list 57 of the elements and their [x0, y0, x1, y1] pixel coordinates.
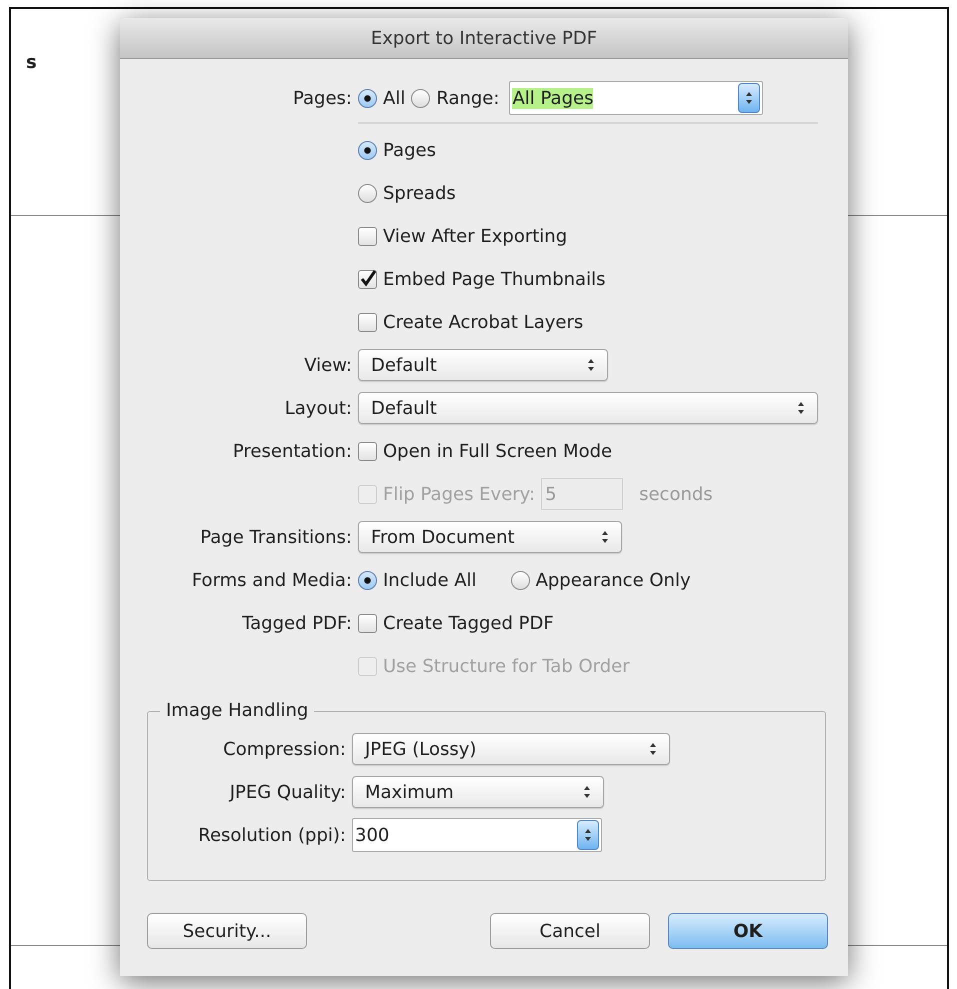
range-value: All Pages [512, 88, 594, 108]
checkbox-option[interactable]: Create Tagged PDF [358, 612, 554, 634]
unit-label: seconds [639, 484, 713, 504]
page-range-option[interactable]: Range: [411, 88, 500, 108]
field-label: Resolution (ppi): [197, 824, 346, 846]
jpeg-quality-select[interactable]: Maximum [352, 776, 604, 808]
dialog-button[interactable]: Cancel [490, 913, 650, 949]
updown-arrows-icon [583, 785, 591, 799]
field-label: Pages: [292, 88, 352, 108]
stepper-icon[interactable] [738, 83, 760, 113]
field-label: Tagged PDF: [241, 612, 352, 634]
radio-button[interactable] [358, 88, 377, 108]
field-label: Compression: [222, 738, 346, 760]
checkbox[interactable] [358, 614, 377, 632]
background-text: s [26, 52, 37, 73]
radio-button[interactable] [358, 184, 377, 202]
checkbox-option[interactable]: View After Exporting [358, 226, 568, 246]
field-label: Forms and Media: [190, 570, 352, 590]
checkbox-option[interactable]: Embed Page Thumbnails [358, 268, 606, 290]
updown-arrows-icon [584, 828, 592, 842]
radio-button[interactable] [358, 140, 377, 160]
forms-media-option[interactable]: Appearance Only [510, 570, 691, 590]
checkbox[interactable] [358, 270, 377, 288]
page-transitions-select[interactable]: From Document [358, 521, 622, 553]
radio-button[interactable] [358, 570, 377, 590]
stepper-icon[interactable] [577, 820, 599, 850]
field-label: Page Transitions: [199, 526, 352, 548]
dialog-button[interactable]: OK [668, 913, 828, 949]
layout-select[interactable]: Default [358, 392, 818, 424]
page-range-option[interactable]: All [358, 88, 406, 108]
field-label: Presentation: [232, 440, 352, 462]
resolution-combo-field[interactable]: 300 [352, 818, 602, 852]
radio-button[interactable] [411, 88, 430, 108]
checkbox-option[interactable]: Open in Full Screen Mode [358, 440, 612, 462]
resolution-value: 300 [355, 824, 390, 846]
checkbox[interactable] [358, 442, 377, 460]
checkbox[interactable] [358, 312, 377, 332]
group-title: Image Handling [160, 700, 314, 721]
forms-media-option[interactable]: Include All [358, 570, 477, 590]
page-mode-option[interactable]: Pages [358, 140, 436, 160]
updown-arrows-icon [797, 401, 805, 415]
field-label: View: [303, 354, 352, 376]
range-combo-field[interactable]: All Pages [509, 81, 764, 115]
radio-button[interactable] [510, 570, 530, 590]
compression-select[interactable]: JPEG (Lossy) [352, 733, 670, 765]
updown-arrows-icon [649, 742, 657, 756]
checkbox[interactable] [358, 226, 377, 246]
dialog-button[interactable]: Security... [147, 913, 307, 949]
view-select[interactable]: Default [358, 349, 608, 381]
page-mode-option[interactable]: Spreads [358, 182, 456, 204]
checkbox-option[interactable]: Create Acrobat Layers [358, 312, 584, 332]
updown-arrows-icon [745, 91, 754, 105]
window-title: Export to Interactive PDF [370, 28, 598, 48]
updown-arrows-icon [601, 530, 609, 544]
field-label: Layout: [284, 398, 352, 418]
updown-arrows-icon [587, 358, 595, 372]
field-label: JPEG Quality: [228, 782, 346, 802]
